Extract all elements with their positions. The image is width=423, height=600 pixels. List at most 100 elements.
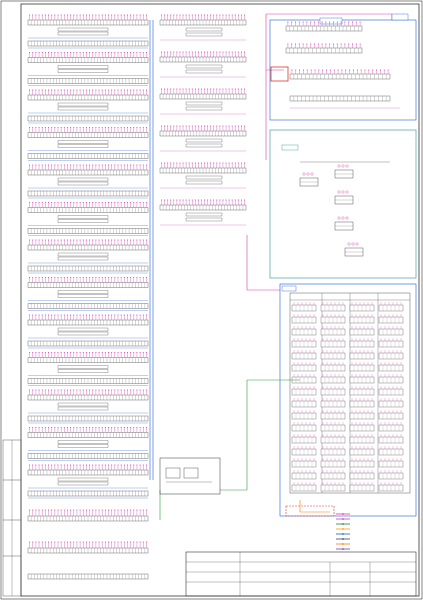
- relay-module: [334, 164, 354, 179]
- cabinet-terminal: [378, 302, 404, 312]
- legend-item: [336, 533, 350, 535]
- cabinet-terminal: [320, 350, 346, 360]
- side-stamp: [2, 439, 22, 597]
- cabinet-terminal: [291, 410, 317, 420]
- top-right-terminal-strips: [285, 21, 400, 109]
- cabinet-terminal: [349, 362, 375, 372]
- cabinet-terminal: [378, 338, 404, 348]
- cabinet-terminal: [349, 374, 375, 384]
- legend: [336, 513, 350, 550]
- junction-box: [159, 457, 221, 495]
- cabinet-terminal: [349, 470, 375, 480]
- relay-module: [299, 172, 319, 187]
- middle-panel-column: [159, 14, 247, 226]
- relay-module: [344, 242, 364, 257]
- middle-panel-group: [159, 14, 247, 41]
- cabinet-terminal: [349, 350, 375, 360]
- cabinet-terminal: [349, 398, 375, 408]
- cabinet-terminal: [291, 458, 317, 468]
- cabinet-terminal: [291, 446, 317, 456]
- cabinet-terminal: [378, 458, 404, 468]
- cabinet-terminal: [349, 386, 375, 396]
- cabinet-terminal: [320, 386, 346, 396]
- green-connection-lines: [159, 379, 300, 520]
- cabinet-terminal: [320, 314, 346, 324]
- cabinet-terminal: [320, 422, 346, 432]
- cabinet-terminal: [378, 422, 404, 432]
- blue-trunk-lines: [149, 20, 154, 480]
- cabinet-terminal: [320, 458, 346, 468]
- legend-item: [336, 548, 350, 550]
- cabinet-terminal: [320, 374, 346, 384]
- drawing-sheet: [0, 0, 423, 600]
- middle-panel-group: [159, 88, 247, 115]
- cabinet-terminal: [291, 326, 317, 336]
- cabinet-terminal: [291, 350, 317, 360]
- cabinet-terminal: [378, 482, 404, 492]
- cabinet-terminal: [320, 434, 346, 444]
- cabinet-terminal: [378, 386, 404, 396]
- cabinet-terminal: [378, 350, 404, 360]
- middle-panel-group: [159, 162, 247, 189]
- left-panel-group: [27, 51, 149, 86]
- cabinet-terminal: [291, 434, 317, 444]
- left-panel-group: [27, 89, 149, 124]
- cabinet-terminal: [349, 302, 375, 312]
- selected-block: [270, 66, 289, 82]
- legend-item: [336, 528, 350, 530]
- left-panel-group: [27, 351, 149, 386]
- cabinet-terminal: [291, 386, 317, 396]
- left-panel-group: [27, 126, 149, 161]
- left-panel-group: [27, 239, 149, 274]
- cabinet-terminal: [291, 374, 317, 384]
- left-panel-group: [27, 201, 149, 236]
- cabinet-terminal: [291, 422, 317, 432]
- cabinet-terminal: [378, 314, 404, 324]
- legend-item: [336, 538, 350, 540]
- cabinet-terminal: [349, 410, 375, 420]
- cabinet-terminal: [378, 410, 404, 420]
- cabinet-terminal: [320, 446, 346, 456]
- left-panel-group: [27, 314, 149, 349]
- cabinet-terminal: [378, 434, 404, 444]
- middle-panel-group: [159, 51, 247, 78]
- selection-marker: [285, 505, 335, 517]
- cabinet-terminal: [349, 326, 375, 336]
- title-block: [185, 551, 417, 597]
- cabinet-terminal: [320, 338, 346, 348]
- cabinet-terminal: [320, 302, 346, 312]
- cabinet-terminal: [291, 338, 317, 348]
- legend-item: [336, 513, 350, 515]
- relay-panel: [269, 129, 417, 279]
- middle-panel-group: [159, 199, 247, 226]
- legend-item: [336, 518, 350, 520]
- left-panel-group: [27, 276, 149, 311]
- cabinet-terminal: [291, 482, 317, 492]
- cabinet-terminal: [378, 374, 404, 384]
- cabinet-terminal: [320, 326, 346, 336]
- cabinet-terminal: [291, 362, 317, 372]
- cabinet-terminal: [291, 398, 317, 408]
- cabinet-terminal: [320, 362, 346, 372]
- left-panel-group: [27, 464, 149, 499]
- legend-item: [336, 543, 350, 545]
- cabinet-terminal: [349, 314, 375, 324]
- bottom-terminal-strips: [27, 509, 149, 580]
- left-panel-column: [27, 14, 149, 580]
- cabinet-terminal: [378, 446, 404, 456]
- cabinet-terminal: [291, 470, 317, 480]
- relay-module: [334, 216, 354, 231]
- relay-module: [334, 190, 354, 205]
- legend-item: [336, 523, 350, 525]
- cabinet-terminal: [349, 482, 375, 492]
- cabinet-terminal: [378, 362, 404, 372]
- cabinet-terminal: [349, 446, 375, 456]
- cabinet-terminal: [320, 482, 346, 492]
- cabinet-terminal: [291, 314, 317, 324]
- cabinet-terminal: [349, 434, 375, 444]
- cabinet-terminal: [320, 410, 346, 420]
- left-panel-group: [27, 14, 149, 49]
- cabinet-terminal: [349, 458, 375, 468]
- cabinet-terminal: [378, 326, 404, 336]
- cabinet-terminal: [378, 470, 404, 480]
